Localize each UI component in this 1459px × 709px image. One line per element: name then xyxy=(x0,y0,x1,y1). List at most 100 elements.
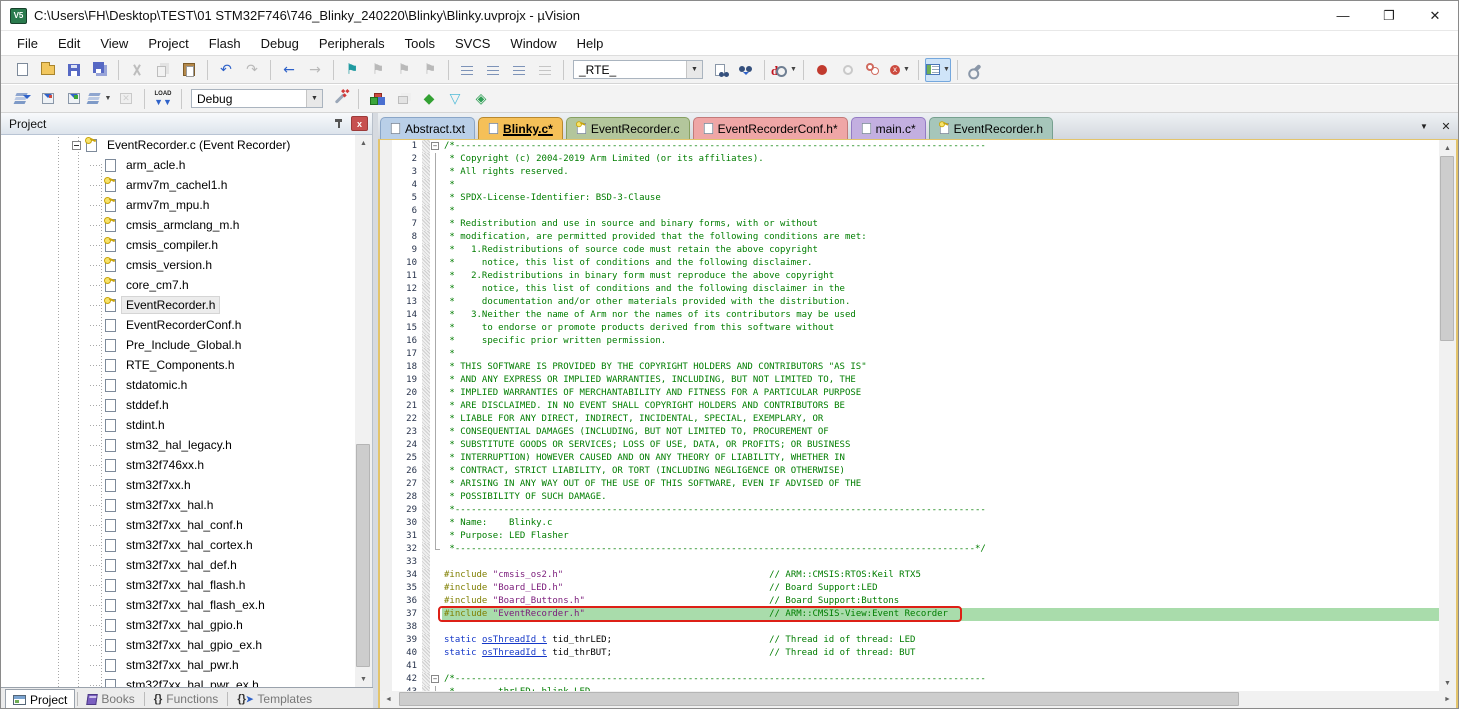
code-line-31[interactable]: 31 * Purpose: LED Flasher xyxy=(380,530,1439,543)
document-tab-eventrecorderconf.h[interactable]: EventRecorderConf.h* xyxy=(693,117,848,139)
start-stop-debug-button-dropdown-arrow[interactable]: ▼ xyxy=(790,66,797,73)
previous-bookmark-button[interactable]: ⚑ xyxy=(366,58,390,82)
fold-margin[interactable] xyxy=(430,192,442,205)
fold-margin[interactable] xyxy=(430,543,442,556)
tree-item-stm32f7xx_hal_flash.h[interactable]: stm32f7xx_hal_flash.h xyxy=(1,575,355,595)
editor-vertical-scrollbar[interactable]: ▲ ▼ xyxy=(1439,140,1456,691)
code-line-17[interactable]: 17 * xyxy=(380,348,1439,361)
fold-margin[interactable] xyxy=(430,283,442,296)
find-combobox[interactable]: _RTE_▼ xyxy=(573,60,703,79)
kill-all-breakpoints-button-dropdown-arrow[interactable]: ▼ xyxy=(903,66,910,73)
bookmark-margin[interactable] xyxy=(380,309,392,322)
panel-tab-templates[interactable]: {}➤Templates xyxy=(230,689,319,709)
code-text[interactable]: * notice, this list of conditions and th… xyxy=(442,283,1439,296)
code-text[interactable]: * LIABLE FOR ANY DIRECT, INDIRECT, INCID… xyxy=(442,413,1439,426)
manage-rte-button[interactable] xyxy=(365,87,389,111)
document-tab-eventrecorder.c[interactable]: EventRecorder.c xyxy=(566,117,690,139)
fold-margin[interactable] xyxy=(430,374,442,387)
tree-item-stm32f7xx_hal_cortex.h[interactable]: stm32f7xx_hal_cortex.h xyxy=(1,535,355,555)
editor-scroll-left-arrow[interactable]: ◄ xyxy=(380,692,397,708)
document-tab-eventrecorder.h[interactable]: EventRecorder.h xyxy=(929,117,1053,139)
bookmark-margin[interactable] xyxy=(380,348,392,361)
insert-breakpoint-button[interactable] xyxy=(810,58,834,82)
code-line-26[interactable]: 26 * CONTRACT, STRICT LIABILITY, OR TORT… xyxy=(380,465,1439,478)
bookmark-margin[interactable] xyxy=(380,166,392,179)
tree-item-stm32f7xx_hal_gpio.h[interactable]: stm32f7xx_hal_gpio.h xyxy=(1,615,355,635)
code-text[interactable]: * POSSIBILITY OF SUCH DAMAGE. xyxy=(442,491,1439,504)
code-line-8[interactable]: 8 * modification, are permitted provided… xyxy=(380,231,1439,244)
menu-tools[interactable]: Tools xyxy=(395,34,445,53)
code-text[interactable]: * 2.Redistributions in binary form must … xyxy=(442,270,1439,283)
minimize-button[interactable]: — xyxy=(1320,1,1366,30)
code-text[interactable]: * xyxy=(442,179,1439,192)
code-text[interactable]: *---------------------------------------… xyxy=(442,543,1439,556)
code-line-5[interactable]: 5 * SPDX-License-Identifier: BSD-3-Claus… xyxy=(380,192,1439,205)
pack-installer-button[interactable]: ◈ xyxy=(469,87,493,111)
code-text[interactable]: * Name: Blinky.c xyxy=(442,517,1439,530)
download-button[interactable]: LOAD▼▼ xyxy=(151,87,175,111)
code-line-9[interactable]: 9 * 1.Redistributions of source code mus… xyxy=(380,244,1439,257)
cut-button[interactable] xyxy=(125,58,149,82)
editor-scroll-right-arrow[interactable]: ► xyxy=(1439,692,1456,708)
tree-item-stm32f7xx_hal_flash_ex.h[interactable]: stm32f7xx_hal_flash_ex.h xyxy=(1,595,355,615)
comment-selection-button[interactable] xyxy=(507,58,531,82)
code-line-39[interactable]: 39static osThreadId_t tid_thrLED; // Thr… xyxy=(380,634,1439,647)
fold-margin[interactable] xyxy=(430,569,442,582)
code-line-20[interactable]: 20 * IMPLIED WARRANTIES OF MERCHANTABILI… xyxy=(380,387,1439,400)
code-text[interactable]: * xyxy=(442,205,1439,218)
code-text[interactable]: * 3.Neither the name of Arm nor the name… xyxy=(442,309,1439,322)
bookmark-margin[interactable] xyxy=(380,582,392,595)
fold-margin[interactable]: − xyxy=(430,140,442,153)
bookmark-margin[interactable] xyxy=(380,244,392,257)
bookmark-margin[interactable] xyxy=(380,205,392,218)
bookmark-margin[interactable] xyxy=(380,374,392,387)
editor-scroll-up-arrow[interactable]: ▲ xyxy=(1439,140,1456,156)
bookmark-margin[interactable] xyxy=(380,153,392,166)
bookmark-margin[interactable] xyxy=(380,231,392,244)
fold-margin[interactable]: − xyxy=(430,673,442,686)
target-select-combobox[interactable]: Debug▼ xyxy=(191,89,323,108)
fold-margin[interactable] xyxy=(430,361,442,374)
tree-item-stdint.h[interactable]: stdint.h xyxy=(1,415,355,435)
document-close-button[interactable]: ✕ xyxy=(1438,118,1454,134)
code-line-30[interactable]: 30 * Name: Blinky.c xyxy=(380,517,1439,530)
unindent-button[interactable] xyxy=(455,58,479,82)
menu-window[interactable]: Window xyxy=(500,34,566,53)
tree-item-cmsis_armclang_m.h[interactable]: cmsis_armclang_m.h xyxy=(1,215,355,235)
tree-item-EventRecorder.h[interactable]: EventRecorder.h xyxy=(1,295,355,315)
code-text[interactable]: * Redistribution and use in source and b… xyxy=(442,218,1439,231)
fold-margin[interactable] xyxy=(430,621,442,634)
code-text[interactable]: static osThreadId_t tid_thrLED; // Threa… xyxy=(442,634,1439,647)
code-line-32[interactable]: 32 *------------------------------------… xyxy=(380,543,1439,556)
fold-margin[interactable] xyxy=(430,231,442,244)
bookmark-margin[interactable] xyxy=(380,595,392,608)
bookmark-margin[interactable] xyxy=(380,179,392,192)
editor-hscroll-thumb[interactable] xyxy=(399,692,1239,706)
code-line-34[interactable]: 34#include "cmsis_os2.h" // ARM::CMSIS:R… xyxy=(380,569,1439,582)
bookmark-margin[interactable] xyxy=(380,517,392,530)
code-text[interactable] xyxy=(442,556,1439,569)
build-button[interactable] xyxy=(36,87,60,111)
fold-margin[interactable] xyxy=(430,166,442,179)
configuration-wrench-button[interactable] xyxy=(964,58,988,82)
tree-scroll-up-arrow[interactable]: ▲ xyxy=(355,135,372,151)
fold-margin[interactable] xyxy=(430,634,442,647)
code-text[interactable]: * documentation and/or other materials p… xyxy=(442,296,1439,309)
tree-scroll-down-arrow[interactable]: ▼ xyxy=(355,671,372,687)
fold-margin[interactable] xyxy=(430,517,442,530)
code-text[interactable]: #include "EventRecorder.h" // ARM::CMSIS… xyxy=(442,608,1439,621)
code-line-3[interactable]: 3 * All rights reserved. xyxy=(380,166,1439,179)
close-button[interactable]: ✕ xyxy=(1412,1,1458,30)
fold-margin[interactable] xyxy=(430,478,442,491)
code-text[interactable]: *---------------------------------------… xyxy=(442,504,1439,517)
tree-item-stddef.h[interactable]: stddef.h xyxy=(1,395,355,415)
incremental-find-button[interactable] xyxy=(734,58,758,82)
clear-bookmarks-button[interactable]: ⚑ xyxy=(418,58,442,82)
bookmark-margin[interactable] xyxy=(380,504,392,517)
target-select-combobox-dropdown-arrow[interactable]: ▼ xyxy=(306,90,322,107)
window-layout-button-dropdown-arrow[interactable]: ▼ xyxy=(943,66,950,73)
code-line-14[interactable]: 14 * 3.Neither the name of Arm nor the n… xyxy=(380,309,1439,322)
tree-group-row[interactable]: EventRecorder.c (Event Recorder) xyxy=(1,135,355,155)
tree-item-stm32_hal_legacy.h[interactable]: stm32_hal_legacy.h xyxy=(1,435,355,455)
fold-margin[interactable] xyxy=(430,179,442,192)
